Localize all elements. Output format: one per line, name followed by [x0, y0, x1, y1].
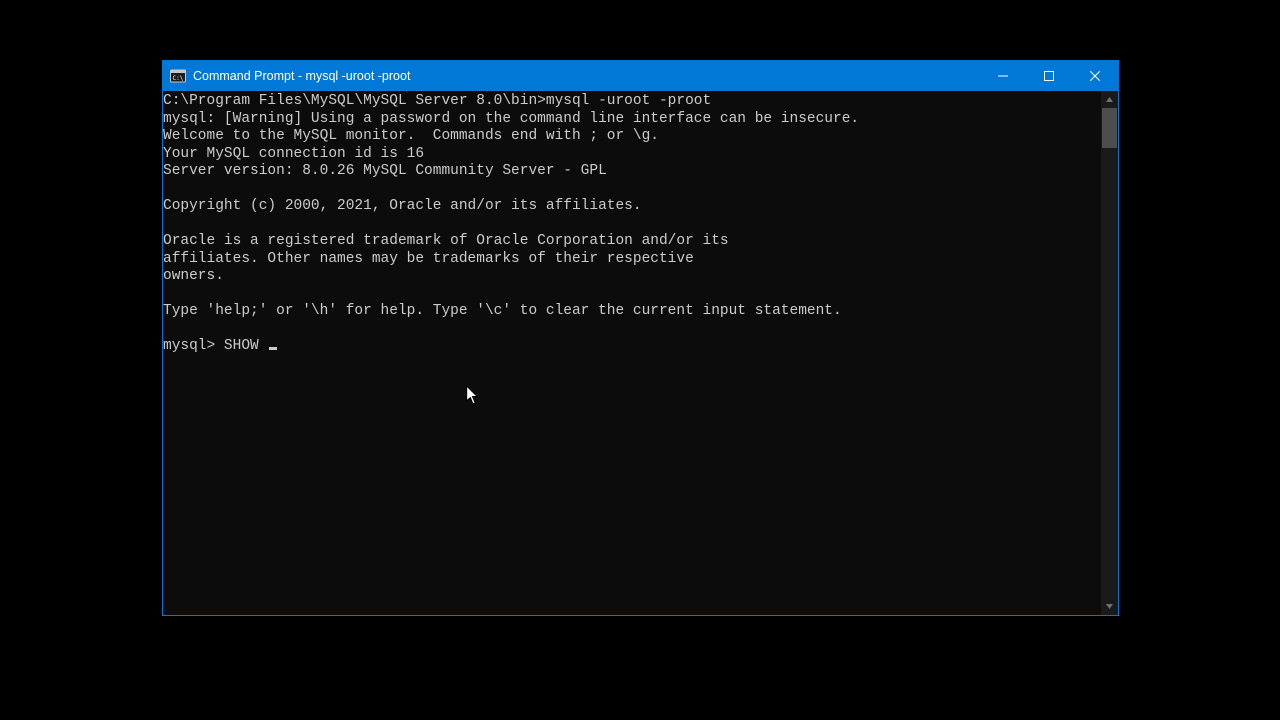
scroll-down-button[interactable] [1101, 598, 1118, 615]
svg-text:C:\: C:\ [173, 75, 184, 82]
terminal-line: owners. [163, 268, 1101, 286]
scroll-track[interactable] [1101, 108, 1118, 598]
window-controls [980, 61, 1118, 91]
terminal-line: Your MySQL connection id is 16 [163, 146, 1101, 164]
terminal-line [163, 286, 1101, 304]
terminal-prompt-line[interactable]: mysql> SHOW [163, 338, 1101, 356]
window-title: Command Prompt - mysql -uroot -proot [193, 69, 980, 83]
terminal-output[interactable]: C:\Program Files\MySQL\MySQL Server 8.0\… [163, 91, 1101, 615]
client-area: C:\Program Files\MySQL\MySQL Server 8.0\… [163, 91, 1118, 615]
minimize-button[interactable] [980, 61, 1026, 91]
terminal-line: C:\Program Files\MySQL\MySQL Server 8.0\… [163, 93, 1101, 111]
cmd-icon: C:\ [170, 68, 186, 84]
terminal-line: Oracle is a registered trademark of Orac… [163, 233, 1101, 251]
terminal-line: Server version: 8.0.26 MySQL Community S… [163, 163, 1101, 181]
terminal-line: Copyright (c) 2000, 2021, Oracle and/or … [163, 198, 1101, 216]
terminal-line: Type 'help;' or '\h' for help. Type '\c'… [163, 303, 1101, 321]
command-prompt-window: C:\ Command Prompt - mysql -uroot -proot [162, 60, 1119, 616]
mysql-prompt: mysql> [163, 338, 224, 354]
terminal-line: affiliates. Other names may be trademark… [163, 251, 1101, 269]
vertical-scrollbar[interactable] [1101, 91, 1118, 615]
terminal-line [163, 321, 1101, 339]
terminal-line: mysql: [Warning] Using a password on the… [163, 111, 1101, 129]
text-cursor [269, 347, 277, 350]
maximize-button[interactable] [1026, 61, 1072, 91]
scroll-up-button[interactable] [1101, 91, 1118, 108]
terminal-line [163, 181, 1101, 199]
titlebar[interactable]: C:\ Command Prompt - mysql -uroot -proot [163, 61, 1118, 91]
current-input[interactable]: SHOW [224, 338, 268, 354]
terminal-line [163, 216, 1101, 234]
terminal-line: Welcome to the MySQL monitor. Commands e… [163, 128, 1101, 146]
close-button[interactable] [1072, 61, 1118, 91]
scroll-thumb[interactable] [1102, 108, 1117, 148]
